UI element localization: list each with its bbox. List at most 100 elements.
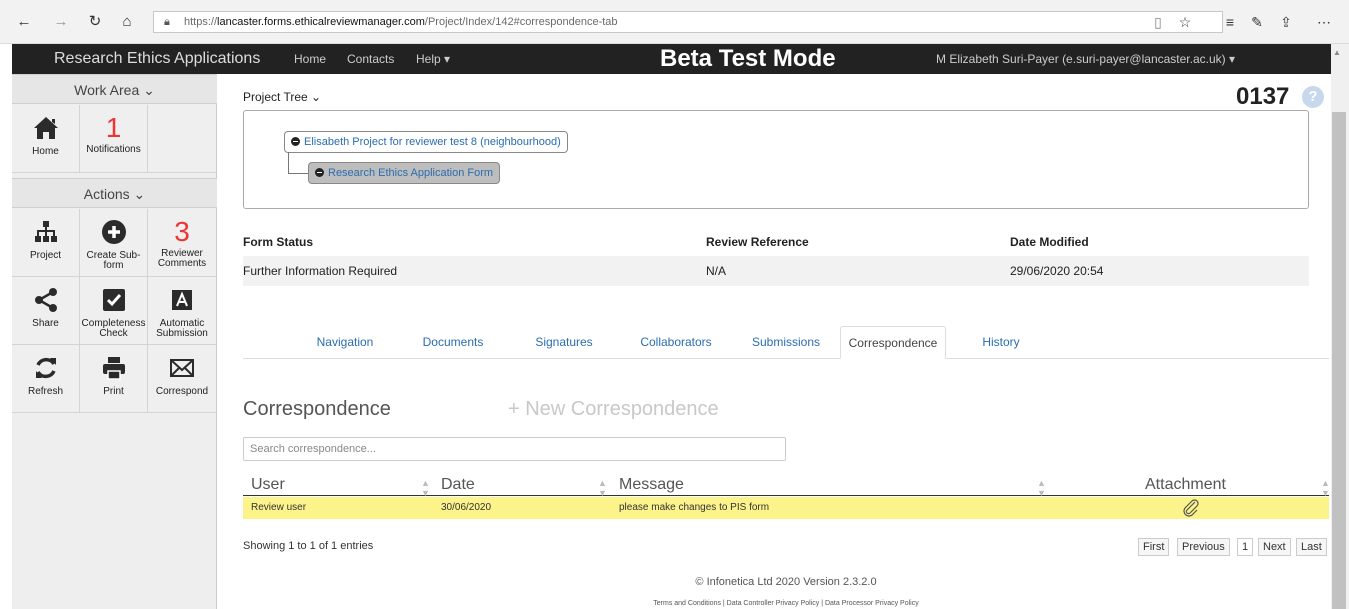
envelope-icon bbox=[148, 355, 216, 385]
user-menu[interactable]: M Elizabeth Suri-Payer (e.suri-payer@lan… bbox=[936, 44, 1235, 74]
font-a-icon bbox=[148, 287, 216, 317]
row-user: Review user bbox=[251, 502, 307, 513]
nav-help[interactable]: Help ▾ bbox=[416, 44, 450, 74]
plus-circle-icon bbox=[80, 219, 147, 249]
new-correspondence-button[interactable]: + New Correspondence bbox=[508, 398, 719, 421]
row-message: please make changes to PIS form bbox=[619, 502, 770, 513]
col-date[interactable]: Date bbox=[441, 474, 475, 496]
more-icon[interactable]: ⋯ bbox=[1314, 12, 1334, 32]
paperclip-icon[interactable] bbox=[1182, 499, 1200, 521]
completeness-check-tile[interactable]: Completeness Check bbox=[80, 277, 148, 345]
scrollbar-thumb[interactable] bbox=[1332, 112, 1346, 609]
footer-copyright: © Infonetica Ltd 2020 Version 2.3.2.0 bbox=[695, 576, 877, 588]
sort-icon[interactable]: ▲ ▼ bbox=[1037, 478, 1046, 498]
notifications-tile[interactable]: 1 Notifications bbox=[80, 105, 148, 173]
nav-home[interactable]: Home bbox=[294, 44, 326, 74]
forward-icon[interactable]: → bbox=[51, 12, 71, 32]
table-row[interactable]: Review user 30/06/2020 please make chang… bbox=[243, 497, 1329, 519]
notes-icon[interactable]: ✎ bbox=[1247, 12, 1267, 32]
actions-header[interactable]: Actions ⌄ bbox=[12, 178, 217, 208]
entries-summary: Showing 1 to 1 of 1 entries bbox=[243, 540, 374, 552]
tree-node-form[interactable]: Research Ethics Application Form bbox=[308, 162, 501, 184]
form-status-value: Further Information Required bbox=[243, 264, 398, 278]
sort-icon[interactable]: ▲ ▼ bbox=[598, 478, 607, 498]
create-sub-form-tile[interactable]: Create Sub- form bbox=[80, 209, 148, 277]
tree-connector bbox=[288, 152, 289, 173]
share-label: Share bbox=[32, 318, 59, 329]
favorites-bar-icon[interactable]: ≡ bbox=[1220, 12, 1240, 32]
pager-page-1[interactable]: 1 bbox=[1237, 538, 1254, 556]
share-icon bbox=[12, 287, 79, 317]
home-tile[interactable]: Home bbox=[12, 105, 80, 173]
home-icon bbox=[12, 115, 79, 145]
tab-history[interactable]: History bbox=[971, 326, 1031, 359]
url-path: /Project/Index/142#correspondence-tab bbox=[424, 16, 618, 28]
sort-icon[interactable]: ▲ ▼ bbox=[421, 478, 430, 498]
col-message[interactable]: Message bbox=[619, 474, 684, 496]
help-icon[interactable]: ? bbox=[1302, 86, 1324, 108]
automatic-submission-tile[interactable]: Automatic Submission bbox=[148, 277, 216, 345]
sitemap-icon bbox=[12, 219, 79, 249]
sort-icon[interactable]: ▲ ▼ bbox=[1321, 478, 1330, 498]
back-icon[interactable]: ← bbox=[14, 12, 34, 32]
share-browser-icon[interactable]: ⇪ bbox=[1276, 12, 1296, 32]
refresh-icon bbox=[12, 355, 79, 385]
pager-previous[interactable]: Previous bbox=[1177, 538, 1230, 556]
share-tile[interactable]: Share bbox=[12, 277, 80, 345]
automatic-submission-label-2: Submission bbox=[156, 328, 208, 339]
tab-correspondence[interactable]: Correspondence bbox=[840, 326, 946, 359]
project-label: Project bbox=[29, 250, 62, 261]
pager-first[interactable]: First bbox=[1138, 538, 1170, 556]
home-browser-icon[interactable]: ⌂ bbox=[117, 12, 137, 32]
project-tabs: Navigation Documents Signatures Collabor… bbox=[243, 326, 1329, 359]
tab-signatures[interactable]: Signatures bbox=[524, 326, 604, 359]
correspondence-title: Correspondence bbox=[243, 398, 391, 420]
brand[interactable]: Research Ethics Applications bbox=[54, 44, 260, 74]
beta-mode-banner: Beta Test Mode bbox=[660, 45, 836, 72]
reviewer-comments-label-2: Comments bbox=[157, 258, 207, 269]
lock-icon: 🔒︎ bbox=[164, 16, 170, 28]
minus-circle-icon[interactable] bbox=[315, 168, 324, 177]
pager-next[interactable]: Next bbox=[1258, 538, 1291, 556]
print-tile[interactable]: Print bbox=[80, 345, 148, 413]
row-date: 30/06/2020 bbox=[441, 502, 492, 513]
tree-connector-h bbox=[288, 173, 308, 174]
form-status-row: Further Information Required N/A 29/06/2… bbox=[243, 256, 1309, 286]
url-scheme: https:// bbox=[184, 16, 218, 28]
sidebar: Work Area ⌄ Home 1 Notifications Actions… bbox=[12, 74, 217, 609]
reviewer-comments-tile[interactable]: 3 Reviewer Comments bbox=[148, 209, 216, 277]
col-attachment[interactable]: Attachment bbox=[1145, 474, 1226, 496]
col-user[interactable]: User bbox=[251, 474, 285, 496]
date-modified-header: Date Modified bbox=[1010, 235, 1089, 249]
tab-documents[interactable]: Documents bbox=[413, 326, 493, 359]
correspond-tile[interactable]: Correspond bbox=[148, 345, 216, 413]
tab-submissions[interactable]: Submissions bbox=[743, 326, 829, 359]
pager-last[interactable]: Last bbox=[1296, 538, 1327, 556]
project-tile[interactable]: Project bbox=[12, 209, 80, 277]
tab-navigation[interactable]: Navigation bbox=[305, 326, 385, 359]
minus-circle-icon[interactable] bbox=[291, 137, 300, 146]
search-input[interactable] bbox=[243, 437, 786, 461]
project-tree-toggle[interactable]: Project Tree ⌄ bbox=[243, 90, 321, 104]
reading-view-icon[interactable]: ▯ bbox=[1148, 12, 1168, 32]
work-area-header[interactable]: Work Area ⌄ bbox=[12, 74, 217, 104]
tab-collaborators[interactable]: Collaborators bbox=[633, 326, 719, 359]
refresh-label: Refresh bbox=[27, 386, 63, 397]
refresh-tile[interactable]: Refresh bbox=[12, 345, 80, 413]
print-icon bbox=[80, 355, 147, 385]
notifications-label: Notifications bbox=[86, 144, 141, 155]
footer-links[interactable]: Terms and Conditions | Data Controller P… bbox=[243, 600, 1329, 607]
reload-icon[interactable]: ↻ bbox=[85, 12, 105, 32]
scroll-up-icon[interactable]: ▲ bbox=[1333, 48, 1341, 57]
tree-node-project[interactable]: Elisabeth Project for reviewer test 8 (n… bbox=[284, 131, 568, 153]
reviewer-comments-count: 3 bbox=[174, 216, 190, 247]
correspond-label: Correspond bbox=[155, 386, 209, 397]
project-number: 0137 bbox=[1236, 83, 1290, 110]
address-bar[interactable]: 🔒︎ https://lancaster.forms.ethicalreview… bbox=[153, 11, 1223, 33]
favorite-icon[interactable]: ☆ bbox=[1175, 12, 1195, 32]
review-reference-value: N/A bbox=[706, 264, 727, 278]
nav-contacts[interactable]: Contacts bbox=[347, 44, 394, 74]
empty-tile bbox=[148, 105, 216, 173]
app-navbar: Research Ethics Applications Home Contac… bbox=[12, 44, 1341, 74]
url-host: lancaster.forms.ethicalreviewmanager.com bbox=[217, 16, 425, 28]
